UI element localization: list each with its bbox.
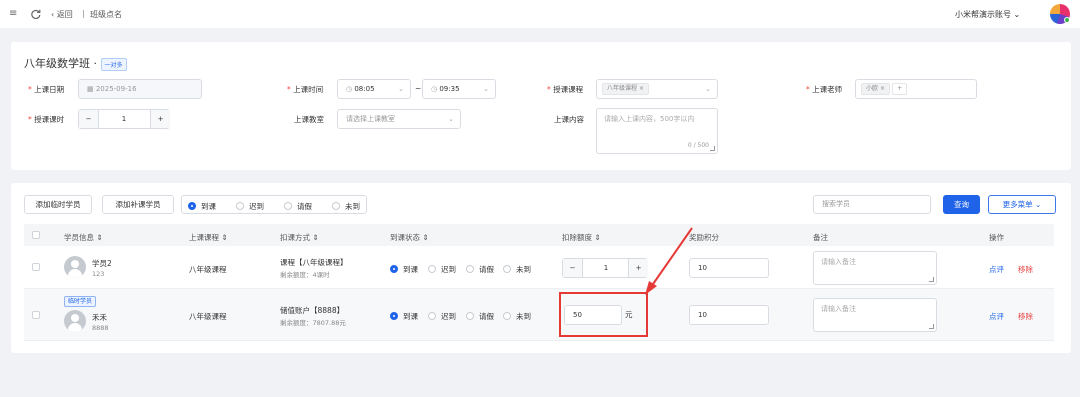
annotation-arrow-icon (645, 227, 693, 295)
